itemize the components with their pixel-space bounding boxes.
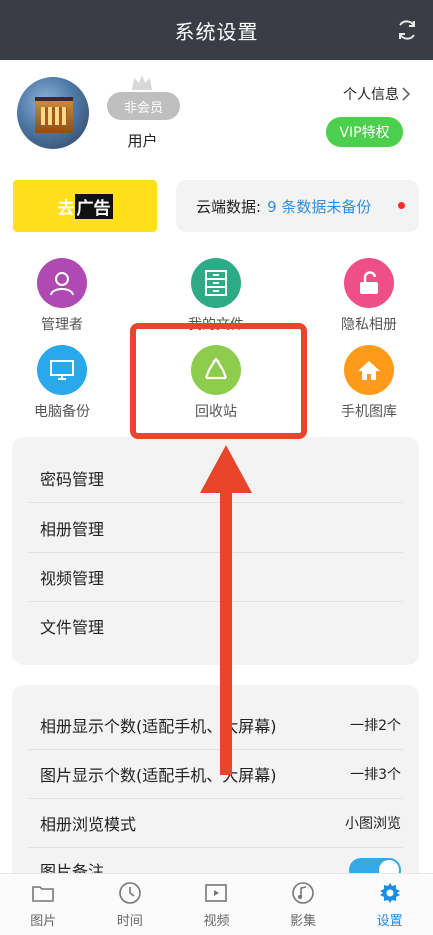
title-bar: 系统设置 — [0, 0, 433, 60]
tab-label: 设置 — [376, 914, 403, 929]
cloud-count: 9 条数据未备份 — [267, 197, 372, 216]
row-value: 小图浏览 — [345, 815, 401, 832]
feature-label: 电脑备份 — [34, 404, 90, 420]
user-icon — [37, 258, 87, 308]
highlight-box — [130, 323, 307, 439]
monitor-icon — [37, 345, 87, 395]
row-value: 一排2个 — [350, 717, 401, 734]
tab-label: 时间 — [116, 914, 143, 929]
list-item[interactable]: 相册浏览模式 小图浏览 — [28, 798, 403, 847]
gear-icon — [379, 883, 400, 903]
tab-settings[interactable]: 设置 — [346, 874, 433, 935]
row-label: 视频管理 — [40, 568, 105, 588]
feature-label: 手机图库 — [341, 404, 397, 420]
row-label: 密码管理 — [40, 469, 105, 489]
feature-manager[interactable]: 管理者 — [2, 258, 122, 334]
home-icon — [344, 345, 394, 395]
tab-pictures[interactable]: 图片 — [0, 874, 87, 935]
sync-icon[interactable] — [395, 18, 419, 42]
avatar[interactable] — [17, 77, 89, 149]
cloud-data-card[interactable]: 云端数据: 9 条数据未备份 — [176, 180, 419, 232]
chevron-right-icon[interactable] — [401, 86, 411, 102]
bottom-tab-bar: 图片 时间 视频 影集 设置 — [0, 873, 433, 935]
row-value: 一排3个 — [350, 766, 401, 783]
clock-icon — [119, 882, 141, 904]
feature-private-album[interactable]: 隐私相册 — [309, 258, 429, 334]
cloud-label: 云端数据: — [196, 197, 262, 216]
unlock-icon — [344, 258, 394, 308]
file-cabinet-icon — [191, 258, 241, 308]
tab-video[interactable]: 视频 — [173, 874, 260, 935]
feature-phone-gallery[interactable]: 手机图库 — [309, 345, 429, 421]
ad-highlight: 广告 — [74, 193, 113, 219]
page-title: 系统设置 — [174, 19, 259, 44]
ad-prefix: 去 — [57, 198, 75, 219]
username: 用户 — [127, 132, 158, 150]
ad-button[interactable]: 去广告 — [13, 180, 157, 232]
avatar-lights — [41, 107, 67, 125]
member-badge: 非会员 — [107, 92, 180, 120]
tab-time[interactable]: 时间 — [87, 874, 174, 935]
row-label: 相册浏览模式 — [40, 814, 137, 834]
feature-pc-backup[interactable]: 电脑备份 — [2, 345, 122, 421]
crown-icon — [132, 75, 152, 90]
tab-label: 图片 — [30, 914, 57, 929]
video-icon — [205, 884, 228, 902]
music-icon — [292, 882, 314, 904]
feature-label: 隐私相册 — [341, 317, 397, 333]
feature-label: 管理者 — [41, 317, 83, 333]
personal-info-link[interactable]: 个人信息 — [343, 84, 399, 104]
vip-button[interactable]: VIP特权 — [326, 117, 403, 147]
tab-label: 视频 — [203, 914, 230, 929]
row-label: 相册管理 — [40, 519, 105, 539]
notification-dot — [398, 202, 405, 209]
arrow-up-icon — [200, 445, 252, 775]
row-label: 文件管理 — [40, 617, 105, 637]
tab-label: 影集 — [290, 914, 317, 929]
tab-albums[interactable]: 影集 — [260, 874, 347, 935]
folder-icon — [32, 886, 55, 902]
